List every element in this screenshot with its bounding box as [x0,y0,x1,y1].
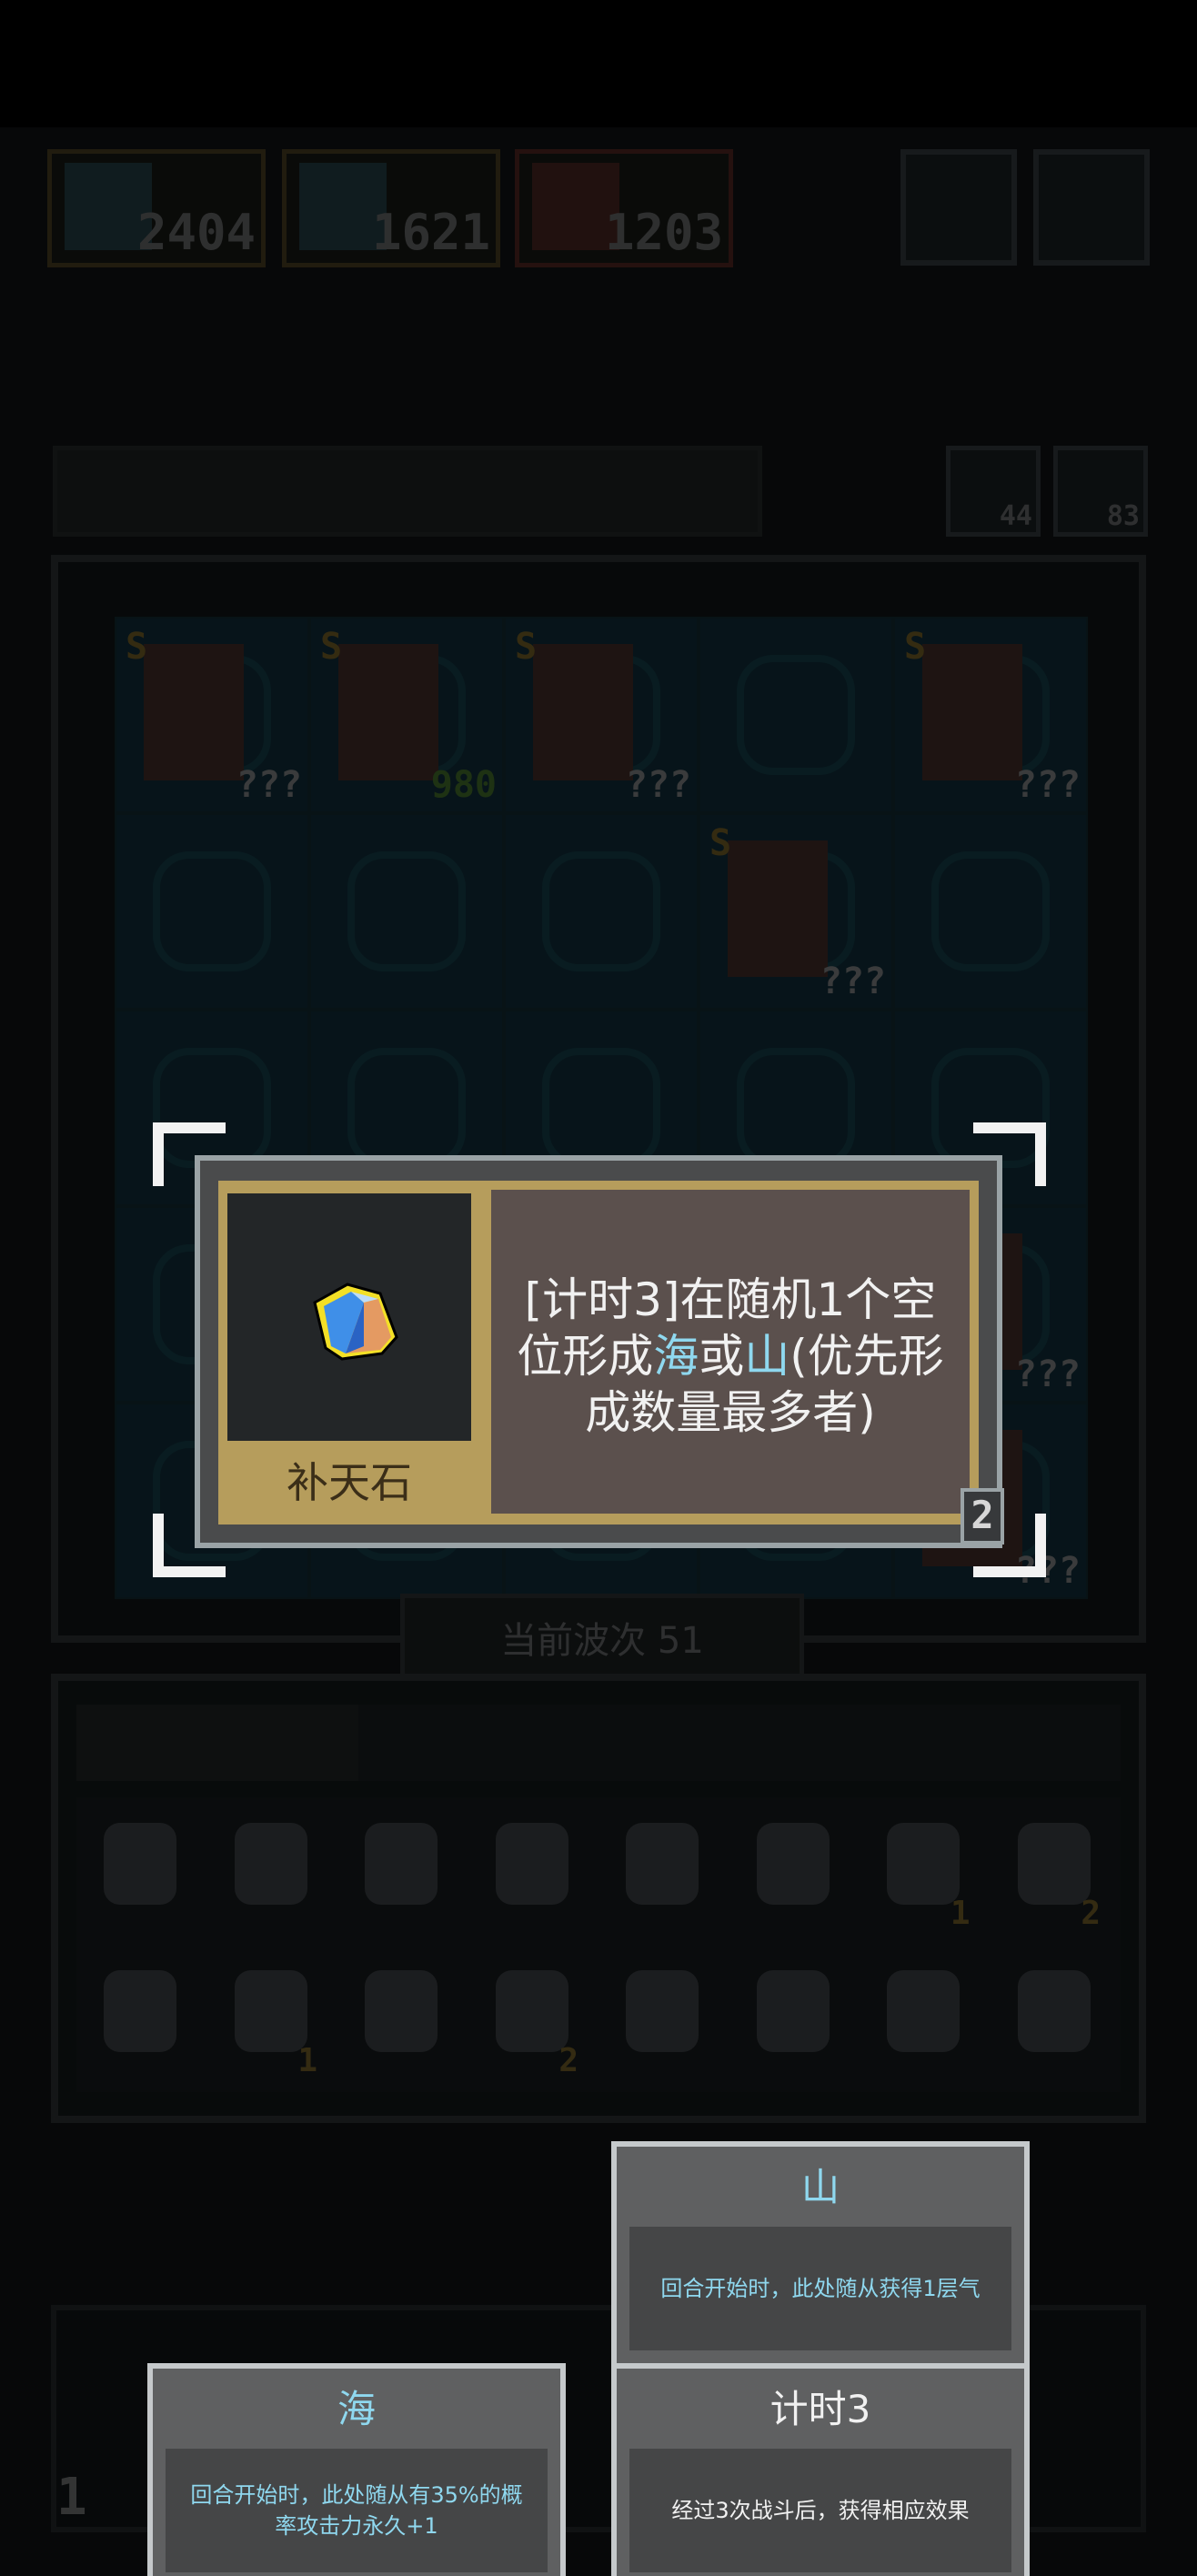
item-level-badge: 2 [961,1488,1004,1545]
keyword-title: 山 [624,2154,1017,2221]
keyword-description: 回合开始时，此处随从有35%的概率攻击力永久+1 [166,2449,548,2572]
gem-icon [313,1283,398,1361]
tooltip-frame: 补天石 [计时3]在随机1个空位形成海或山(优先形成数量最多者) [218,1181,979,1524]
keyword-title: 计时3 [624,2376,1017,2443]
item-icon-box [227,1193,471,1441]
keyword-description: 经过3次战斗后，获得相应效果 [629,2449,1011,2572]
description-text: 或 [699,1330,745,1383]
keyword-title: 海 [160,2376,553,2443]
keyword-description: 回合开始时，此处随从获得1层气 [629,2227,1011,2350]
item-description: [计时3]在随机1个空位形成海或山(优先形成数量最多者) [491,1190,970,1514]
item-name: 补天石 [287,1458,412,1507]
item-tooltip: 补天石 [计时3]在随机1个空位形成海或山(优先形成数量最多者) 2 [195,1155,1004,1548]
keyword-mountain[interactable]: 山 [744,1330,790,1383]
keyword-card-sea[interactable]: 海 回合开始时，此处随从有35%的概率攻击力永久+1 [147,2363,566,2576]
keyword-card-mountain[interactable]: 山 回合开始时，此处随从获得1层气 [611,2141,1030,2369]
keyword-sea[interactable]: 海 [653,1330,699,1383]
keyword-card-timer[interactable]: 计时3 经过3次战斗后，获得相应效果 [611,2363,1030,2576]
